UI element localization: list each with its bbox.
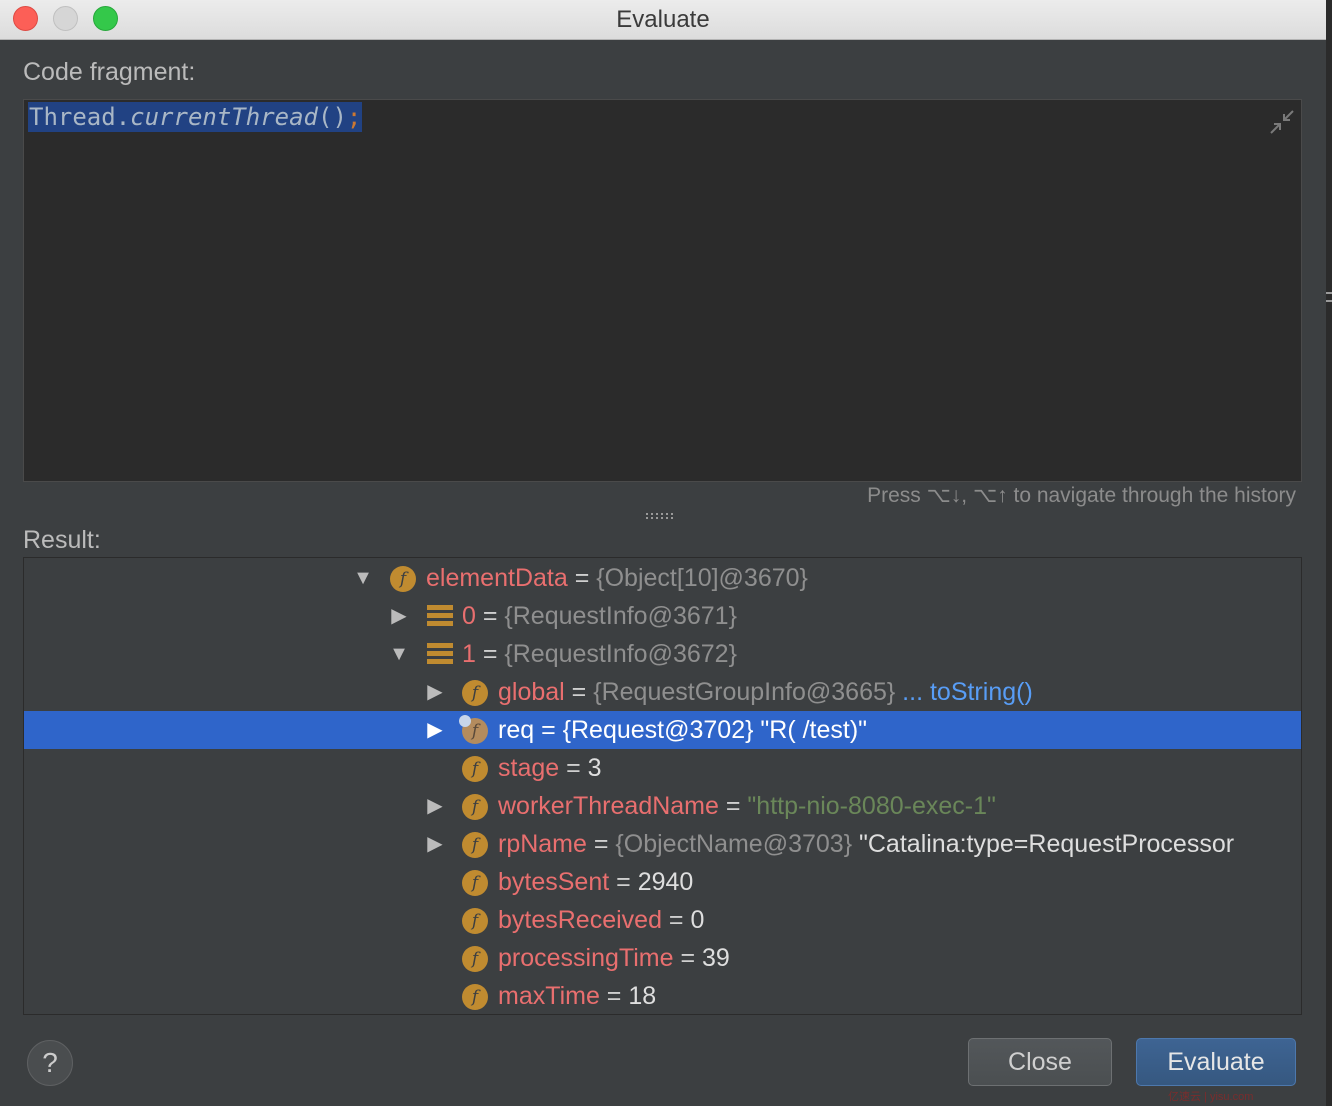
field-name: rpName <box>498 830 587 858</box>
field-f-icon: f <box>462 680 488 706</box>
collapse-editor-icon[interactable] <box>1268 108 1296 136</box>
equals-sign: = <box>718 792 748 820</box>
tree-row-req[interactable]: ▶ f req = {Request@3702} "R( /test)" <box>24 711 1301 749</box>
field-name: maxTime <box>498 982 600 1010</box>
tree-collapse-arrow-icon[interactable]: ▼ <box>388 635 410 673</box>
field-f-icon: f <box>462 794 488 820</box>
field-value: 2940 <box>637 868 694 896</box>
element-value: {RequestInfo@3672} <box>504 640 737 668</box>
field-value: 18 <box>628 982 657 1010</box>
equals-sign: = <box>475 602 505 630</box>
tree-expand-arrow-icon[interactable]: ▶ <box>424 673 446 711</box>
element-value: {RequestInfo@3671} <box>504 602 737 630</box>
tree-row-1[interactable]: ▼ 1 = {RequestInfo@3672} <box>24 635 1301 673</box>
field-name: elementData <box>426 564 568 592</box>
tree-collapse-arrow-icon[interactable]: ▼ <box>352 559 374 597</box>
tree-row-rpName[interactable]: ▶ f rpName = {ObjectName@3703} "Catalina… <box>24 825 1301 863</box>
equals-sign: = <box>661 906 691 934</box>
field-f-icon: f <box>462 832 488 858</box>
field-name: global <box>498 678 565 706</box>
field-f-icon: f <box>390 566 416 592</box>
history-hint: Press ⌥↓, ⌥↑ to navigate through the his… <box>867 484 1296 507</box>
tree-row-workerThreadName[interactable]: ▶ f workerThreadName = "http-nio-8080-ex… <box>24 787 1301 825</box>
tree-row-0[interactable]: ▶ 0 = {RequestInfo@3671} <box>24 597 1301 635</box>
field-name: bytesReceived <box>498 906 662 934</box>
tree-row-bytesSent[interactable]: f bytesSent = 2940 <box>24 863 1301 901</box>
tree-expand-arrow-icon[interactable]: ▶ <box>424 711 446 749</box>
tostring-link[interactable]: ... toString() <box>895 678 1033 706</box>
field-value: 0 <box>690 906 705 934</box>
field-f-icon: f <box>462 984 488 1010</box>
tree-expand-arrow-icon[interactable]: ▶ <box>388 597 410 635</box>
tree-row-stage[interactable]: f stage = 3 <box>24 749 1301 787</box>
equals-sign: = <box>567 564 597 592</box>
field-name: stage <box>498 754 560 782</box>
element-index: 1 <box>462 640 476 668</box>
title-bar: Evaluate <box>0 0 1326 40</box>
field-name: workerThreadName <box>498 792 719 820</box>
field-f-icon: f <box>462 756 488 782</box>
code-fragment-label: Code fragment: <box>23 58 196 86</box>
field-tostring: "Catalina:type=RequestProcessor <box>852 830 1235 858</box>
equals-sign: = <box>673 944 703 972</box>
field-value: {Request@3702} "R( /test)" <box>562 716 868 744</box>
tree-row-maxTime[interactable]: f maxTime = 18 <box>24 977 1301 1014</box>
array-element-icon <box>427 643 453 665</box>
field-f-icon: f <box>462 870 488 896</box>
equals-sign: = <box>609 868 638 896</box>
code-method: currentThread <box>130 103 318 131</box>
field-value: {RequestGroupInfo@3665} <box>593 678 896 706</box>
tree-row-processingTime[interactable]: f processingTime = 39 <box>24 939 1301 977</box>
code-semicolon: ; <box>346 103 362 131</box>
equals-sign: = <box>475 640 505 668</box>
field-value: {ObjectName@3703} <box>615 830 853 858</box>
watermark: 亿速云 | yisu.com <box>1168 1091 1254 1103</box>
tree-expand-arrow-icon[interactable]: ▶ <box>424 825 446 863</box>
field-value: {Object[10]@3670} <box>596 564 808 592</box>
code-class: Thread <box>29 103 116 131</box>
field-value: "http-nio-8080-exec-1" <box>747 792 996 820</box>
field-f-icon: f <box>462 908 488 934</box>
result-tree[interactable]: ▼ f elementData = {Object[10]@3670} ▶ 0 … <box>23 557 1302 1015</box>
help-button[interactable]: ? <box>27 1040 73 1086</box>
equals-sign: = <box>559 754 588 782</box>
window-title: Evaluate <box>616 6 710 33</box>
equals-sign: = <box>564 678 594 706</box>
result-label: Result: <box>23 526 101 554</box>
tree-row-global[interactable]: ▶ f global = {RequestGroupInfo@3665} ...… <box>24 673 1301 711</box>
evaluate-button[interactable]: Evaluate <box>1136 1038 1296 1086</box>
tree-expand-arrow-icon[interactable]: ▶ <box>424 787 446 825</box>
equals-sign: = <box>586 830 616 858</box>
code-parens: () <box>318 103 347 131</box>
code-dot: . <box>115 103 131 131</box>
field-name: bytesSent <box>498 868 610 896</box>
tree-row-bytesReceived[interactable]: f bytesReceived = 0 <box>24 901 1301 939</box>
close-button[interactable]: Close <box>968 1038 1112 1086</box>
field-name: req <box>498 716 535 744</box>
field-value: 3 <box>587 754 602 782</box>
evaluate-dialog: Evaluate Code fragment: Thread.currentTh… <box>0 0 1326 1106</box>
element-index: 0 <box>462 602 476 630</box>
field-name: processingTime <box>498 944 674 972</box>
code-text[interactable]: Thread.currentThread(); <box>28 102 363 132</box>
splitter-handle[interactable] <box>645 511 675 521</box>
code-fragment-editor[interactable]: Thread.currentThread(); <box>23 99 1302 482</box>
field-f-icon: f <box>462 946 488 972</box>
equals-sign: = <box>534 716 563 744</box>
field-value: 39 <box>702 944 730 972</box>
background-window-edge <box>1326 0 1332 1106</box>
array-element-icon <box>427 605 453 627</box>
field-f-icon: f <box>459 715 488 744</box>
equals-sign: = <box>599 982 629 1010</box>
tree-row-elementData[interactable]: ▼ f elementData = {Object[10]@3670} <box>24 559 1301 597</box>
